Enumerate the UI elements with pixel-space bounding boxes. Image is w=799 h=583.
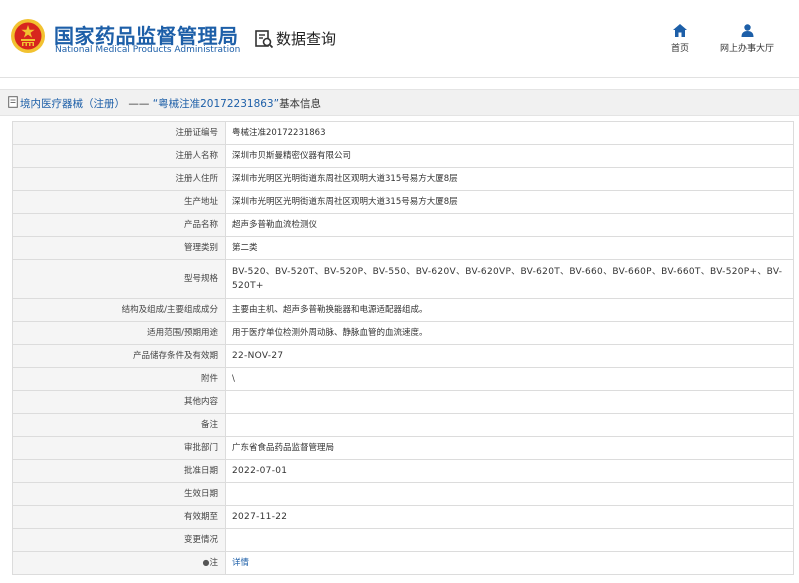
other-content-value — [225, 390, 794, 414]
table-row: 其他内容 — [12, 390, 794, 414]
approval-department-value: 广东省食品药品监督管理局 — [225, 436, 794, 460]
site-subtitle: National Medical Products Administration — [55, 45, 241, 55]
section-title: 境内医疗器械（注册） —— “粤械注准20172231863”基本信息 — [20, 96, 321, 111]
table-row: 产品储存条件及有效期 22-NOV-27 — [12, 344, 794, 368]
row-label: 结构及组成/主要组成成分 — [12, 298, 226, 322]
attachment-value: \ — [225, 367, 794, 391]
home-icon — [673, 24, 687, 37]
national-emblem-icon — [11, 19, 45, 53]
row-label: 附件 — [12, 367, 226, 391]
structure-composition-value: 主要由主机、超声多普勒换能器和电源适配器组成。 — [225, 298, 794, 322]
model-spec-value: BV-520、BV-520T、BV-520P、BV-550、BV-620V、BV… — [225, 259, 794, 299]
page-title: 数据查询 — [276, 30, 337, 48]
row-label: 注册人住所 — [12, 167, 226, 191]
table-row: ●注 详情 — [12, 551, 794, 575]
section-suffix: 基本信息 — [279, 98, 322, 110]
table-row: 附件 \ — [12, 367, 794, 391]
product-name-value: 超声多普勒血流检测仪 — [225, 213, 794, 237]
remarks-value — [225, 413, 794, 437]
row-label: 其他内容 — [12, 390, 226, 414]
table-row: 注册人住所 深圳市光明区光明街道东周社区观明大道315号易方大厦8层 — [12, 167, 794, 191]
document-icon — [8, 96, 18, 108]
nav-home-label: 首页 — [670, 44, 689, 54]
nav-online-service-hall-label: 网上办事大厅 — [719, 44, 774, 54]
table-row: 产品名称 超声多普勒血流检测仪 — [12, 213, 794, 237]
production-address-value: 深圳市光明区光明街道东周社区观明大道315号易方大厦8层 — [225, 190, 794, 214]
table-row: 结构及组成/主要组成成分 主要由主机、超声多普勒换能器和电源适配器组成。 — [12, 298, 794, 322]
section-heading-bar: 境内医疗器械（注册） —— “粤械注准20172231863”基本信息 — [0, 89, 799, 116]
table-row: 注册人名称 深圳市贝斯曼精密仪器有限公司 — [12, 144, 794, 168]
approval-date-value: 2022-07-01 — [225, 459, 794, 483]
table-row: 批准日期 2022-07-01 — [12, 459, 794, 483]
table-row: 注册证编号 粤械注准20172231863 — [12, 121, 794, 145]
row-label: 变更情况 — [12, 528, 226, 552]
row-label: 批准日期 — [12, 459, 226, 483]
table-row: 有效期至 2027-11-22 — [12, 505, 794, 529]
site-header: 国家药品监督管理局 National Medical Products Admi… — [0, 0, 799, 78]
nav-home[interactable]: 首页 — [664, 24, 696, 54]
nav-online-service-hall[interactable]: 网上办事大厅 — [712, 24, 782, 54]
data-query-icon — [255, 30, 274, 49]
row-label: ●注 — [12, 551, 226, 575]
table-row: 审批部门 广东省食品药品监督管理局 — [12, 436, 794, 460]
breadcrumb-separator: —— — [125, 98, 153, 110]
row-label: 产品储存条件及有效期 — [12, 344, 226, 368]
user-icon — [741, 24, 753, 37]
registration-number-heading: “粤械注准20172231863” — [152, 98, 280, 110]
row-label: 审批部门 — [12, 436, 226, 460]
row-label: 产品名称 — [12, 213, 226, 237]
row-label: 适用范围/预期用途 — [12, 321, 226, 345]
registrant-address-value: 深圳市光明区光明街道东周社区观明大道315号易方大厦8层 — [225, 167, 794, 191]
registrant-name-value: 深圳市贝斯曼精密仪器有限公司 — [225, 144, 794, 168]
row-label: 生效日期 — [12, 482, 226, 506]
note-label: 注 — [209, 558, 218, 568]
valid-until-value: 2027-11-22 — [225, 505, 794, 529]
breadcrumb-category[interactable]: 境内医疗器械（注册） — [20, 98, 125, 110]
table-row: 生产地址 深圳市光明区光明街道东周社区观明大道315号易方大厦8层 — [12, 190, 794, 214]
details-link[interactable]: 详情 — [232, 558, 249, 568]
management-class-value: 第二类 — [225, 236, 794, 260]
table-row: 适用范围/预期用途 用于医疗单位检测外周动脉、静脉血管的血流速度。 — [12, 321, 794, 345]
registration-number-value: 粤械注准20172231863 — [225, 121, 794, 145]
storage-validity-value: 22-NOV-27 — [225, 344, 794, 368]
table-row: 管理类别 第二类 — [12, 236, 794, 260]
row-label: 备注 — [12, 413, 226, 437]
effective-date-value — [225, 482, 794, 506]
row-label: 注册证编号 — [12, 121, 226, 145]
table-row: 生效日期 — [12, 482, 794, 506]
change-history-value — [225, 528, 794, 552]
row-label: 注册人名称 — [12, 144, 226, 168]
table-row: 备注 — [12, 413, 794, 437]
note-value: 详情 — [225, 551, 794, 575]
row-label: 管理类别 — [12, 236, 226, 260]
row-label: 型号规格 — [12, 259, 226, 299]
intended-use-value: 用于医疗单位检测外周动脉、静脉血管的血流速度。 — [225, 321, 794, 345]
table-row: 变更情况 — [12, 528, 794, 552]
device-detail-table: 注册证编号 粤械注准20172231863 注册人名称 深圳市贝斯曼精密仪器有限… — [12, 121, 794, 575]
table-row: 型号规格 BV-520、BV-520T、BV-520P、BV-550、BV-62… — [12, 259, 794, 299]
row-label: 生产地址 — [12, 190, 226, 214]
row-label: 有效期至 — [12, 505, 226, 529]
